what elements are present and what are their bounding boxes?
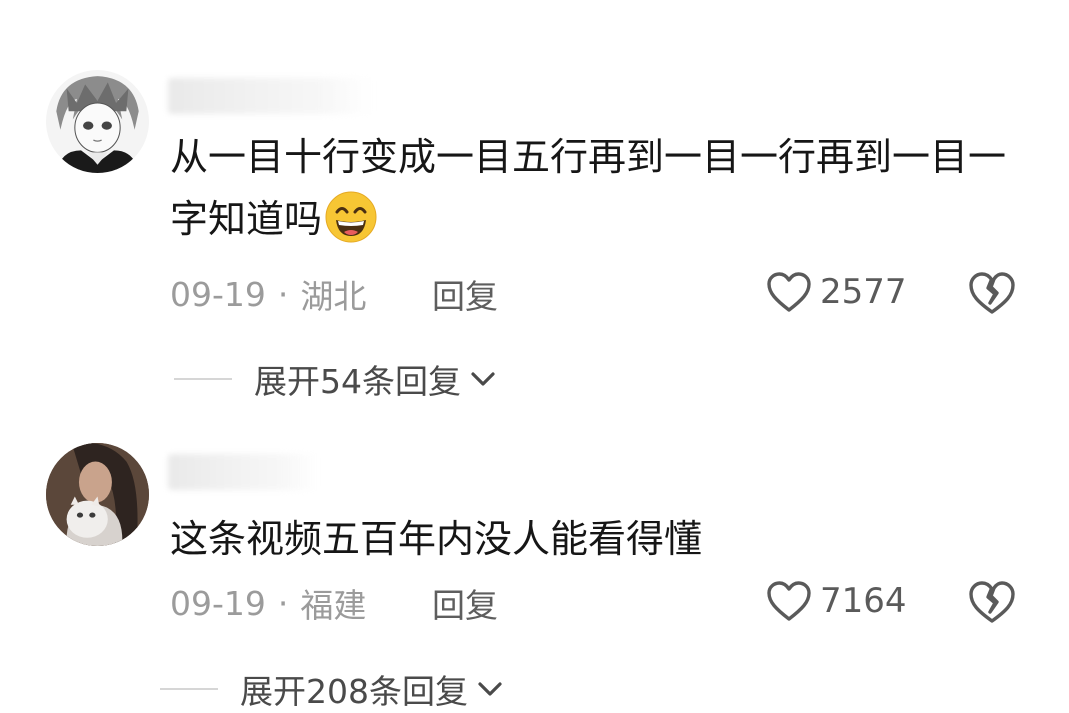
expand-replies-label: 展开54条回复 [254, 362, 461, 401]
comment-text-content: 这条视频五百年内没人能看得懂 [170, 517, 703, 561]
user-avatar[interactable] [46, 443, 149, 546]
like-button[interactable]: 7164 [766, 580, 907, 622]
dislike-button[interactable] [968, 580, 1016, 624]
expand-divider-line [160, 688, 218, 690]
heart-icon [767, 272, 811, 312]
meta-separator: · [277, 583, 289, 623]
expand-replies-button[interactable]: 展开208条回复 [160, 665, 504, 713]
grinning-face-emoji-icon [324, 190, 378, 244]
comment-text-content: 从一目十行变成一目五行再到一目一行再到一目一字知道吗 [170, 135, 1007, 241]
expand-replies-label: 展开208条回复 [240, 672, 468, 711]
user-avatar[interactable] [46, 70, 149, 173]
reply-button[interactable]: 回复 [432, 579, 498, 627]
chevron-down-icon [478, 682, 502, 696]
expand-replies-button[interactable]: 展开54条回复 [174, 355, 497, 403]
heart-icon [767, 581, 811, 621]
comment-location: 福建 [300, 586, 367, 625]
comment-meta: 09-19 · 湖北 回复 [170, 272, 498, 317]
comment-date: 09-19 [170, 274, 266, 314]
like-button[interactable]: 2577 [766, 271, 907, 313]
expand-divider-line [174, 378, 232, 380]
dislike-button[interactable] [968, 271, 1016, 315]
like-count: 7164 [820, 581, 907, 621]
comment-meta: 09-19 · 福建 回复 [170, 581, 498, 626]
username-blurred[interactable] [168, 454, 318, 490]
broken-heart-icon [969, 272, 1015, 314]
chevron-down-icon [471, 372, 495, 386]
username-blurred[interactable] [168, 78, 373, 114]
comment-location: 湖北 [300, 277, 367, 316]
meta-separator: · [277, 274, 289, 314]
comment-date: 09-19 [170, 583, 266, 623]
comment-text: 这条视频五百年内没人能看得懂 [170, 508, 1030, 570]
like-count: 2577 [820, 272, 907, 312]
reply-button[interactable]: 回复 [432, 270, 498, 318]
broken-heart-icon [969, 581, 1015, 623]
comment-text: 从一目十行变成一目五行再到一目一行再到一目一字知道吗 [170, 126, 1030, 250]
